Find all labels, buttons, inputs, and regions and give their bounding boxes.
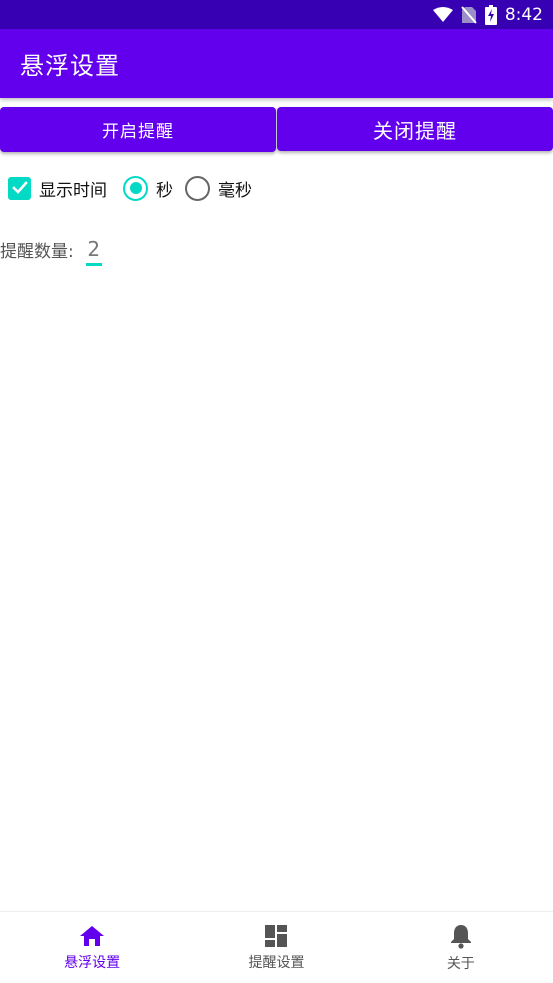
reminder-count-value: 2 xyxy=(87,237,101,261)
status-bar: 8:42 xyxy=(0,0,553,29)
nav-item-reminder-settings[interactable]: 提醒设置 xyxy=(184,912,368,983)
nav-label-reminder-settings: 提醒设置 xyxy=(248,954,305,971)
battery-charging-icon xyxy=(484,4,497,25)
unit-millis-radio[interactable] xyxy=(185,175,210,201)
status-time: 8:42 xyxy=(504,4,543,25)
unit-seconds-label: 秒 xyxy=(156,180,173,201)
bottom-nav: 悬浮设置 提醒设置 关于 xyxy=(0,911,553,983)
app-bar: 悬浮设置 xyxy=(0,29,553,98)
page-title: 悬浮设置 xyxy=(20,52,120,80)
show-time-label: 显示时间 xyxy=(39,180,107,201)
radio-selected-dot xyxy=(129,182,142,194)
wifi-icon xyxy=(432,6,453,23)
reminder-count-input[interactable]: 2 xyxy=(85,232,102,266)
home-icon xyxy=(80,925,105,946)
nav-item-about[interactable]: 关于 xyxy=(369,912,553,983)
check-icon xyxy=(11,181,28,194)
reminder-count-row: 提醒数量: 2 xyxy=(0,232,102,266)
nav-item-float-settings[interactable]: 悬浮设置 xyxy=(0,912,184,983)
no-sim-icon xyxy=(461,5,477,24)
reminder-count-label: 提醒数量: xyxy=(0,241,74,262)
open-reminder-button[interactable]: 开启提醒 xyxy=(0,107,276,152)
unit-millis-label: 毫秒 xyxy=(218,180,252,201)
unit-seconds-radio[interactable] xyxy=(123,175,148,201)
action-buttons: 开启提醒 关闭提醒 xyxy=(0,107,553,153)
nav-label-about: 关于 xyxy=(446,955,475,972)
close-reminder-button[interactable]: 关闭提醒 xyxy=(277,107,553,151)
display-options: 显示时间 秒 毫秒 xyxy=(8,172,252,204)
nav-label-float-settings: 悬浮设置 xyxy=(64,954,121,971)
show-time-checkbox[interactable] xyxy=(8,176,31,200)
input-underline xyxy=(85,263,102,266)
bell-icon xyxy=(450,924,471,949)
dashboard-icon xyxy=(265,924,288,947)
